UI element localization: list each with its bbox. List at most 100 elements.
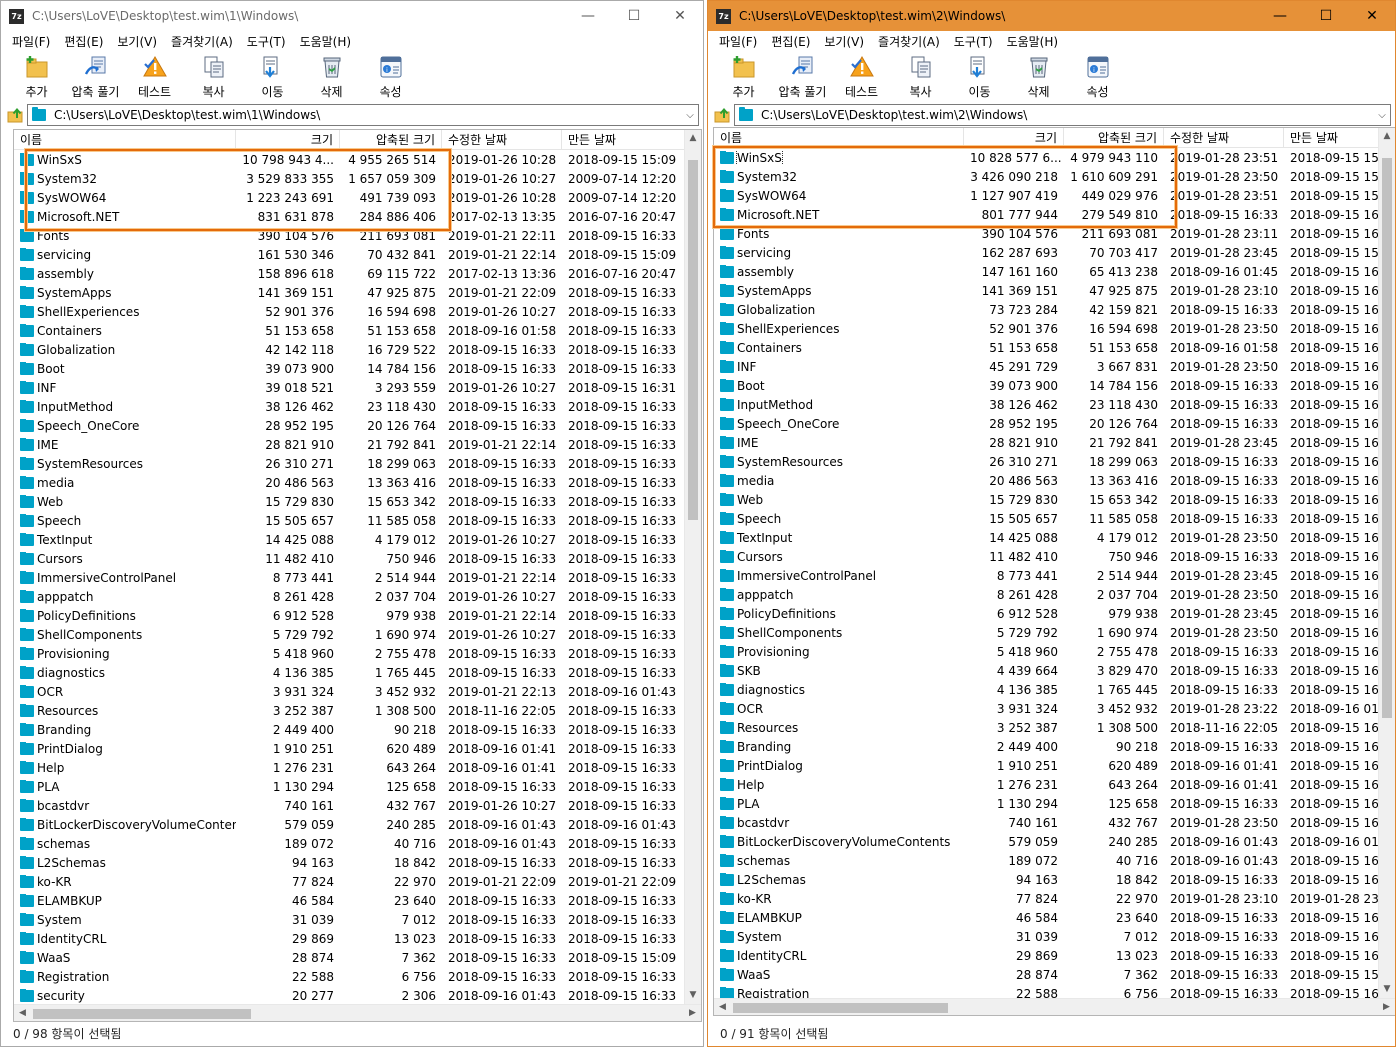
list-item[interactable]: Provisioning 5 418 960 2 755 478 2018-09-1… <box>14 644 701 663</box>
close-button[interactable]: ✕ <box>1349 1 1395 31</box>
title-bar[interactable]: 7z C:\Users\LoVE\Desktop\test.wim\1\Wind… <box>1 1 703 31</box>
list-item[interactable]: Resources 3 252 387 1 308 500 2018-11-16 2… <box>14 701 701 720</box>
list-item[interactable]: Containers 51 153 658 51 153 658 2018-09-1… <box>14 321 701 340</box>
list-item[interactable]: WaaS 28 874 7 362 2018-09-15 16:33 2018-09-… <box>14 948 701 967</box>
list-item[interactable]: ko-KR 77 824 22 970 2019-01-28 23:10 2019-0… <box>714 889 1395 908</box>
path-combobox[interactable]: C:\Users\LoVE\Desktop\test.wim\1\Windows… <box>27 104 699 126</box>
test-button[interactable]: 테스트 <box>832 53 891 100</box>
vertical-scroll-thumb[interactable] <box>1382 158 1392 718</box>
file-list[interactable]: 이름 크기 압축된 크기 수정한 날짜 만든 날짜 WinSxS 10 828 577 … <box>713 127 1395 1016</box>
list-item[interactable]: schemas 189 072 40 716 2018-09-16 01:43 201… <box>714 851 1395 870</box>
list-item[interactable]: Provisioning 5 418 960 2 755 478 2018-09-1… <box>714 642 1395 661</box>
col-created-header[interactable]: 만든 날짜 <box>1284 128 1380 148</box>
extract-button[interactable]: 압축 풀기 <box>773 53 832 100</box>
list-item[interactable]: Cursors 11 482 410 750 946 2018-09-15 16:3… <box>714 547 1395 566</box>
scroll-down-arrow-icon[interactable]: ▼ <box>685 987 701 1004</box>
menu-edit[interactable]: 편집(E) <box>57 33 110 50</box>
delete-button[interactable]: 삭제 <box>1009 53 1068 100</box>
list-item[interactable]: System32 3 426 090 218 1 610 609 291 2019-… <box>714 167 1395 186</box>
list-item[interactable]: Help 1 276 231 643 264 2018-09-16 01:41 201… <box>714 775 1395 794</box>
maximize-button[interactable]: ☐ <box>1303 1 1349 31</box>
vertical-scrollbar[interactable]: ▲ ▼ <box>1378 128 1395 998</box>
list-item[interactable]: Speech 15 505 657 11 585 058 2018-09-15 16… <box>14 511 701 530</box>
list-item[interactable]: Globalization 42 142 118 16 729 522 2018-0… <box>14 340 701 359</box>
list-item[interactable]: OCR 3 931 324 3 452 932 2019-01-21 22:13 20… <box>14 682 701 701</box>
properties-button[interactable]: i 속성 <box>361 53 420 100</box>
list-item[interactable]: PrintDialog 1 910 251 620 489 2018-09-16 0… <box>714 756 1395 775</box>
list-item[interactable]: System32 3 529 833 355 1 657 059 309 2019-… <box>14 169 701 188</box>
scroll-up-arrow-icon[interactable]: ▲ <box>1379 128 1395 145</box>
list-item[interactable]: Microsoft.NET 831 631 878 284 886 406 2017… <box>14 207 701 226</box>
col-size-header[interactable]: 크기 <box>964 128 1064 148</box>
vertical-scrollbar[interactable]: ▲ ▼ <box>684 130 701 1004</box>
col-name-header[interactable]: 이름 <box>14 130 236 150</box>
horizontal-scroll-thumb[interactable] <box>733 1002 948 1013</box>
list-item[interactable]: Branding 2 449 400 90 218 2018-09-15 16:33… <box>714 737 1395 756</box>
list-item[interactable]: WinSxS 10 828 577 6... 4 979 943 110 2019-… <box>714 148 1395 167</box>
list-item[interactable]: PrintDialog 1 910 251 620 489 2018-09-16 0… <box>14 739 701 758</box>
title-bar[interactable]: 7z C:\Users\LoVE\Desktop\test.wim\2\Wind… <box>708 1 1395 31</box>
list-item[interactable]: OCR 3 931 324 3 452 932 2019-01-28 23:22 20… <box>714 699 1395 718</box>
file-list[interactable]: 이름 크기 압축된 크기 수정한 날짜 만든 날짜 WinSxS 10 798 943 … <box>13 129 702 1022</box>
list-item[interactable]: bcastdvr 740 161 432 767 2019-01-28 23:50 2… <box>714 813 1395 832</box>
list-item[interactable]: PolicyDefinitions 6 912 528 979 938 2019-0… <box>14 606 701 625</box>
list-item[interactable]: L2Schemas 94 163 18 842 2018-09-15 16:33 20… <box>714 870 1395 889</box>
list-item[interactable]: System 31 039 7 012 2018-09-15 16:33 2018-0… <box>14 910 701 929</box>
extract-button[interactable]: 압축 풀기 <box>66 53 125 100</box>
list-item[interactable]: Web 15 729 830 15 653 342 2018-09-15 16:33… <box>14 492 701 511</box>
list-item[interactable]: L2Schemas 94 163 18 842 2018-09-15 16:33 20… <box>14 853 701 872</box>
list-item[interactable]: servicing 161 530 346 70 432 841 2019-01-2… <box>14 245 701 264</box>
list-item[interactable]: SysWOW64 1 223 243 691 491 739 093 2019-01… <box>14 188 701 207</box>
chevron-down-icon[interactable]: ⌵ <box>682 110 698 121</box>
list-item[interactable]: IdentityCRL 29 869 13 023 2018-09-15 16:33… <box>14 929 701 948</box>
list-item[interactable]: schemas 189 072 40 716 2018-09-16 01:43 201… <box>14 834 701 853</box>
list-item[interactable]: INF 45 291 729 3 667 831 2019-01-28 23:50 2… <box>714 357 1395 376</box>
scroll-down-arrow-icon[interactable]: ▼ <box>1379 981 1395 998</box>
test-button[interactable]: 테스트 <box>125 53 184 100</box>
list-item[interactable]: Containers 51 153 658 51 153 658 2018-09-1… <box>714 338 1395 357</box>
vertical-scroll-thumb[interactable] <box>688 160 698 520</box>
minimize-button[interactable]: — <box>565 1 611 31</box>
list-item[interactable]: INF 39 018 521 3 293 559 2019-01-26 10:27 2… <box>14 378 701 397</box>
list-item[interactable]: ELAMBKUP 46 584 23 640 2018-09-15 16:33 201… <box>14 891 701 910</box>
list-item[interactable]: ShellExperiences 52 901 376 16 594 698 201… <box>714 319 1395 338</box>
list-item[interactable]: IME 28 821 910 21 792 841 2019-01-21 22:14… <box>14 435 701 454</box>
properties-button[interactable]: i 속성 <box>1068 53 1127 100</box>
list-item[interactable]: apppatch 8 261 428 2 037 704 2019-01-28 23… <box>714 585 1395 604</box>
list-item[interactable]: bcastdvr 740 161 432 767 2019-01-26 10:27 2… <box>14 796 701 815</box>
move-button[interactable]: 이동 <box>243 53 302 100</box>
list-item[interactable]: security 20 277 2 306 2018-09-16 01:43 2018… <box>14 986 701 1005</box>
list-item[interactable]: ShellComponents 5 729 792 1 690 974 2019-0… <box>14 625 701 644</box>
col-packed-size-header[interactable]: 압축된 크기 <box>340 130 442 150</box>
list-item[interactable]: Branding 2 449 400 90 218 2018-09-15 16:33… <box>14 720 701 739</box>
list-item[interactable]: servicing 162 287 693 70 703 417 2019-01-2… <box>714 243 1395 262</box>
list-item[interactable]: ShellExperiences 52 901 376 16 594 698 201… <box>14 302 701 321</box>
copy-button[interactable]: 복사 <box>184 53 243 100</box>
menu-favorites[interactable]: 즐겨찾기(A) <box>871 33 947 50</box>
list-item[interactable]: IME 28 821 910 21 792 841 2019-01-28 23:45… <box>714 433 1395 452</box>
horizontal-scrollbar[interactable]: ◀ ▶ <box>14 1004 701 1021</box>
list-item[interactable]: TextInput 14 425 088 4 179 012 2019-01-28 … <box>714 528 1395 547</box>
list-item[interactable]: Help 1 276 231 643 264 2018-09-16 01:41 201… <box>14 758 701 777</box>
horizontal-scrollbar[interactable]: ◀ ▶ <box>714 998 1395 1015</box>
up-folder-button[interactable] <box>5 105 27 125</box>
list-item[interactable]: assembly 147 161 160 65 413 238 2018-09-16… <box>714 262 1395 281</box>
list-item[interactable]: Cursors 11 482 410 750 946 2018-09-15 16:3… <box>14 549 701 568</box>
list-item[interactable]: diagnostics 4 136 385 1 765 445 2018-09-15… <box>14 663 701 682</box>
up-folder-button[interactable] <box>712 105 734 125</box>
list-item[interactable]: SKB 4 439 664 3 829 470 2018-09-15 16:33 20… <box>714 661 1395 680</box>
maximize-button[interactable]: ☐ <box>611 1 657 31</box>
add-button[interactable]: 추가 <box>714 53 773 100</box>
list-item[interactable]: ImmersiveControlPanel 8 773 441 2 514 944… <box>714 566 1395 585</box>
list-item[interactable]: InputMethod 38 126 462 23 118 430 2018-09-… <box>714 395 1395 414</box>
list-item[interactable]: PolicyDefinitions 6 912 528 979 938 2019-0… <box>714 604 1395 623</box>
list-item[interactable]: Boot 39 073 900 14 784 156 2018-09-15 16:3… <box>714 376 1395 395</box>
menu-view[interactable]: 보기(V) <box>817 33 871 50</box>
list-item[interactable]: assembly 158 896 618 69 115 722 2017-02-13… <box>14 264 701 283</box>
path-combobox[interactable]: C:\Users\LoVE\Desktop\test.wim\2\Windows… <box>734 104 1391 126</box>
menu-file[interactable]: 파일(F) <box>712 33 764 50</box>
menu-view[interactable]: 보기(V) <box>110 33 164 50</box>
scroll-left-arrow-icon[interactable]: ◀ <box>714 1002 731 1012</box>
list-item[interactable]: Registration 22 588 6 756 2018-09-15 16:33… <box>14 967 701 986</box>
menu-tools[interactable]: 도구(T) <box>240 33 293 50</box>
